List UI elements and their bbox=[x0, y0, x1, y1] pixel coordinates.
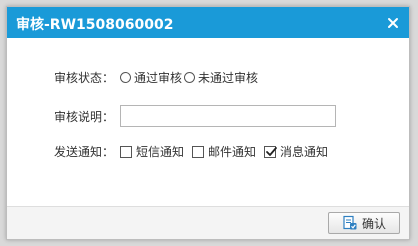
remark-label: 审核说明： bbox=[54, 109, 115, 124]
status-label: 审核状态： bbox=[54, 71, 115, 85]
dialog-title: 审核-RW1508060002 bbox=[16, 17, 174, 33]
confirm-label: 确认 bbox=[361, 216, 386, 231]
confirm-icon bbox=[342, 215, 358, 231]
dialog-footer: 确认 bbox=[7, 206, 409, 239]
message-notify-checkbox[interactable] bbox=[264, 145, 277, 158]
radio-reject[interactable] bbox=[184, 72, 196, 83]
confirm-button[interactable]: 确认 bbox=[328, 212, 400, 234]
remark-row: 审核说明： bbox=[54, 105, 337, 127]
message-notify-label: 消息通知 bbox=[280, 145, 329, 159]
notify-row: 发送通知： 短信通知 邮件通知 消息通知 bbox=[54, 143, 328, 160]
notify-label: 发送通知： bbox=[54, 145, 115, 159]
check-icon bbox=[266, 146, 277, 156]
remark-input[interactable] bbox=[120, 105, 337, 127]
close-icon[interactable] bbox=[386, 15, 400, 29]
audit-dialog: 审核-RW1508060002 审核状态： 通过审核 未通过审核 审核说明： 发… bbox=[6, 6, 410, 240]
email-notify-checkbox[interactable] bbox=[192, 145, 205, 158]
sms-notify-label: 短信通知 bbox=[136, 145, 185, 159]
radio-reject-label: 未通过审核 bbox=[198, 71, 259, 85]
dialog-titlebar: 审核-RW1508060002 bbox=[7, 7, 409, 38]
status-row: 审核状态： 通过审核 未通过审核 bbox=[54, 69, 258, 86]
email-notify-label: 邮件通知 bbox=[208, 145, 257, 159]
radio-approve[interactable] bbox=[120, 72, 132, 83]
radio-approve-label: 通过审核 bbox=[134, 71, 183, 85]
sms-notify-checkbox[interactable] bbox=[120, 145, 133, 158]
